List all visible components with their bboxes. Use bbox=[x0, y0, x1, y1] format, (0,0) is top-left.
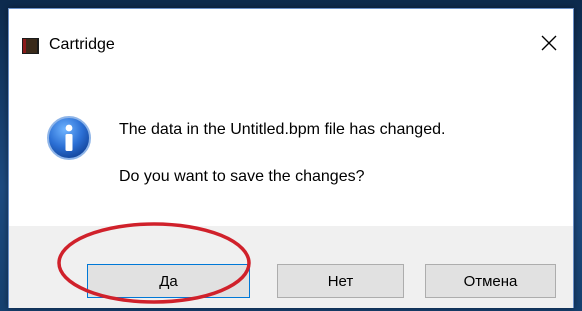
title-bar[interactable]: Cartridge bbox=[9, 9, 573, 69]
message-area: The data in the Untitled.bpm file has ch… bbox=[9, 69, 573, 234]
message-line-1: The data in the Untitled.bpm file has ch… bbox=[119, 121, 446, 138]
info-icon bbox=[46, 115, 92, 161]
book-icon bbox=[22, 38, 39, 54]
button-bar: Да Нет Отмена bbox=[9, 226, 573, 308]
message-line-2: Do you want to save the changes? bbox=[119, 168, 365, 185]
message-dialog: Cartridge The data in the Untitled.bpm f… bbox=[8, 8, 574, 308]
no-button[interactable]: Нет bbox=[277, 264, 404, 298]
close-icon bbox=[540, 34, 558, 57]
window-title: Cartridge bbox=[49, 36, 115, 53]
cancel-button[interactable]: Отмена bbox=[425, 264, 556, 298]
yes-button[interactable]: Да bbox=[87, 264, 250, 298]
close-button[interactable] bbox=[531, 27, 567, 63]
